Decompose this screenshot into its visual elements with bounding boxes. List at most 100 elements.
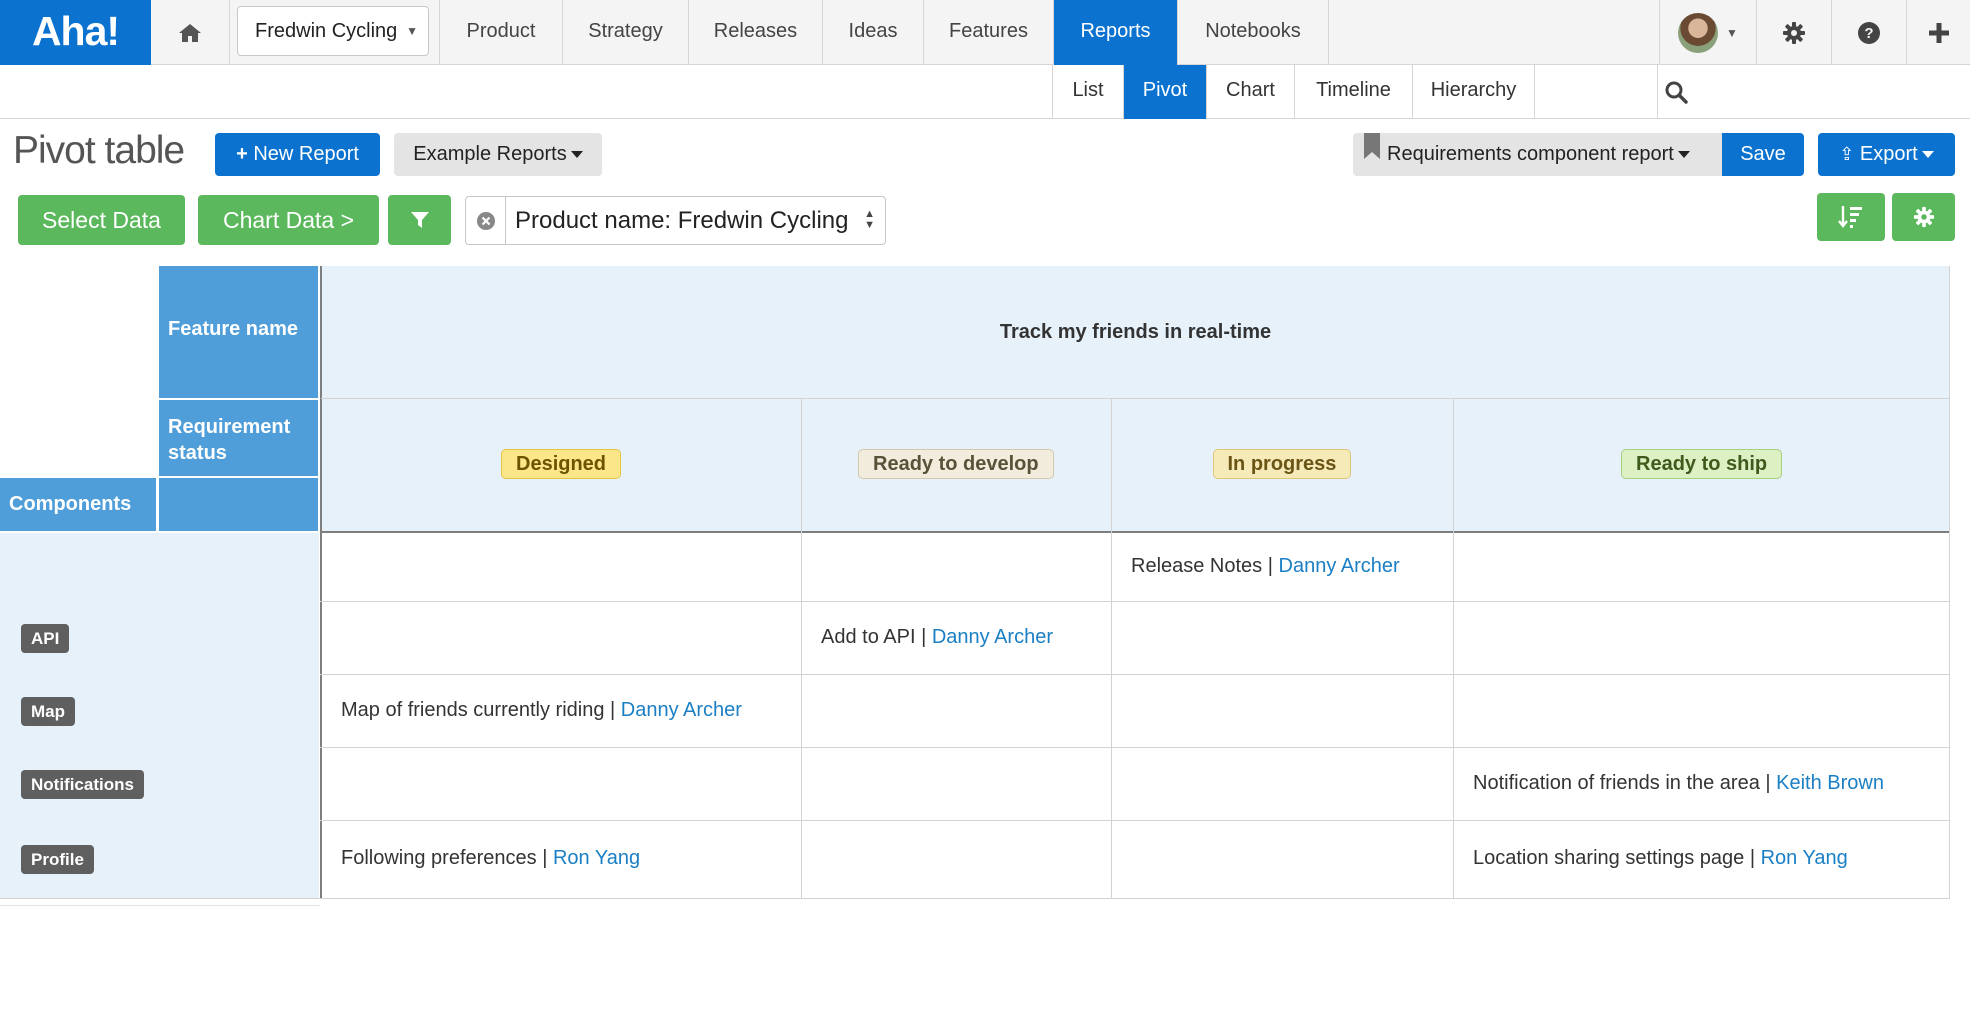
assignee-link[interactable]: Ron Yang <box>553 847 640 869</box>
header-spacer <box>159 478 318 531</box>
tab-timeline[interactable]: Timeline <box>1295 65 1413 119</box>
requirement-name[interactable]: Notification of friends in the area | <box>1473 772 1776 794</box>
requirement-name[interactable]: Map of friends currently riding | <box>341 699 621 721</box>
select-data-button[interactable]: Select Data <box>18 195 185 245</box>
export-icon: ⇪ <box>1839 144 1855 164</box>
search-icon <box>1665 81 1688 104</box>
requirement-name[interactable]: Following preferences | <box>341 847 553 869</box>
gear-icon <box>1913 206 1934 228</box>
tab-ideas[interactable]: Ideas <box>823 0 924 65</box>
saved-report-label: Requirements component report <box>1387 143 1674 165</box>
requirement-cell[interactable]: Release Notes | Danny Archer <box>1131 555 1400 578</box>
row-divider <box>320 674 1950 675</box>
filter-button[interactable] <box>388 195 451 245</box>
user-menu[interactable]: ▼ <box>1659 0 1756 65</box>
requirement-cell[interactable]: Add to API | Danny Archer <box>821 626 1053 649</box>
help-icon: ? <box>1858 21 1880 44</box>
status-badge-designed: Designed <box>501 449 622 479</box>
product-filter[interactable]: Product name: Fredwin Cycling ▲ ▼ <box>465 196 886 245</box>
product-select[interactable]: Fredwin Cycling ▼ <box>237 6 429 56</box>
component-tag-api[interactable]: API <box>21 623 70 653</box>
tab-notebooks[interactable]: Notebooks <box>1178 0 1329 65</box>
tab-hierarchy[interactable]: Hierarchy <box>1413 65 1535 119</box>
requirement-name[interactable]: Add to API | <box>821 626 932 648</box>
page-title: Pivot table <box>13 129 185 172</box>
plus-icon: + <box>236 143 248 165</box>
requirement-cell[interactable]: Notification of friends in the area | Ke… <box>1473 772 1884 795</box>
export-dropdown[interactable]: ⇪ Export <box>1818 133 1955 176</box>
column-divider <box>1453 398 1454 898</box>
requirement-cell[interactable]: Map of friends currently riding | Danny … <box>341 699 742 722</box>
chart-data-button[interactable]: Chart Data > <box>198 195 379 245</box>
tab-features[interactable]: Features <box>924 0 1054 65</box>
settings-button[interactable] <box>1756 0 1831 65</box>
svg-text:?: ? <box>1864 25 1873 42</box>
save-button[interactable]: Save <box>1722 133 1804 176</box>
avatar <box>1678 12 1719 53</box>
tab-reports[interactable]: Reports <box>1054 0 1178 65</box>
bookmark-icon <box>1364 133 1380 159</box>
main-tabs: Product Strategy Releases Ideas Features… <box>439 0 1329 65</box>
close-circle-icon <box>476 211 495 230</box>
export-label: Export <box>1859 143 1918 165</box>
gear-icon <box>1783 21 1805 44</box>
component-tag-profile[interactable]: Profile <box>21 845 94 874</box>
add-button[interactable] <box>1906 0 1970 65</box>
new-report-button[interactable]: + New Report <box>215 133 380 176</box>
feature-name-cell[interactable]: Track my friends in real-time <box>321 266 1950 398</box>
help-button[interactable]: ? <box>1831 0 1906 65</box>
status-badge-ready-to-ship: Ready to ship <box>1621 449 1783 479</box>
assignee-link[interactable]: Danny Archer <box>1279 555 1400 577</box>
saved-report-dropdown[interactable]: Requirements component report <box>1353 133 1722 176</box>
sort-button[interactable] <box>1817 193 1885 241</box>
tab-releases[interactable]: Releases <box>689 0 823 65</box>
status-badge-in-progress: In progress <box>1212 449 1352 479</box>
column-divider <box>1111 398 1112 898</box>
filter-icon <box>410 212 429 228</box>
component-tag-map[interactable]: Map <box>21 696 75 726</box>
requirement-cell[interactable]: Following preferences | Ron Yang <box>341 847 640 870</box>
report-settings-button[interactable] <box>1892 193 1955 241</box>
caret-down-icon <box>1677 151 1690 159</box>
product-select-value: Fredwin Cycling <box>255 20 398 42</box>
caret-down-icon <box>570 151 583 159</box>
requirement-name[interactable]: Release Notes | <box>1131 555 1279 577</box>
row-divider <box>320 747 1950 748</box>
assignee-link[interactable]: Ron Yang <box>1761 847 1848 869</box>
tab-product[interactable]: Product <box>440 0 563 65</box>
home-icon <box>179 23 201 42</box>
row-divider <box>320 601 1950 602</box>
tab-strategy[interactable]: Strategy <box>563 0 689 65</box>
home-button[interactable] <box>151 0 230 65</box>
row-divider <box>320 820 1950 821</box>
requirement-cell[interactable]: Location sharing settings page | Ron Yan… <box>1473 847 1848 870</box>
assignee-link[interactable]: Danny Archer <box>932 626 1053 648</box>
column-divider <box>801 398 802 898</box>
report-type-tabs: List Pivot Chart Timeline Hierarchy <box>1052 65 1535 119</box>
status-badge-ready-to-develop: Ready to develop <box>858 449 1054 479</box>
example-reports-dropdown[interactable]: Example Reports <box>394 133 602 176</box>
assignee-link[interactable]: Danny Archer <box>621 699 742 721</box>
pivot-table: Feature name Requirement status Componen… <box>0 266 1950 906</box>
tab-pivot[interactable]: Pivot <box>1124 65 1207 119</box>
chevron-down-icon: ▼ <box>1726 25 1738 40</box>
chevron-down-icon: ▼ <box>406 24 418 38</box>
clear-filter-button[interactable] <box>466 197 506 244</box>
sort-arrows-icon: ▲ ▼ <box>864 208 875 231</box>
report-subnav: List Pivot Chart Timeline Hierarchy <box>0 65 1970 119</box>
example-reports-label: Example Reports <box>413 143 567 165</box>
top-navigation: Aha! Fredwin Cycling ▼ Product Strategy … <box>0 0 1970 65</box>
feature-name-header[interactable]: Feature name <box>159 266 318 398</box>
plus-icon <box>1928 22 1949 43</box>
component-tag-notifications[interactable]: Notifications <box>21 769 144 799</box>
search-button[interactable] <box>1657 65 1970 119</box>
requirement-status-header[interactable]: Requirement status <box>159 400 318 476</box>
tab-list[interactable]: List <box>1053 65 1124 119</box>
assignee-link[interactable]: Keith Brown <box>1776 772 1884 794</box>
sort-icon <box>1838 206 1862 228</box>
tab-chart[interactable]: Chart <box>1207 65 1295 119</box>
components-header[interactable]: Components <box>0 478 156 531</box>
filter-label: Product name: Fredwin Cycling <box>515 207 849 234</box>
aha-logo[interactable]: Aha! <box>0 0 151 65</box>
requirement-name[interactable]: Location sharing settings page | <box>1473 847 1761 869</box>
